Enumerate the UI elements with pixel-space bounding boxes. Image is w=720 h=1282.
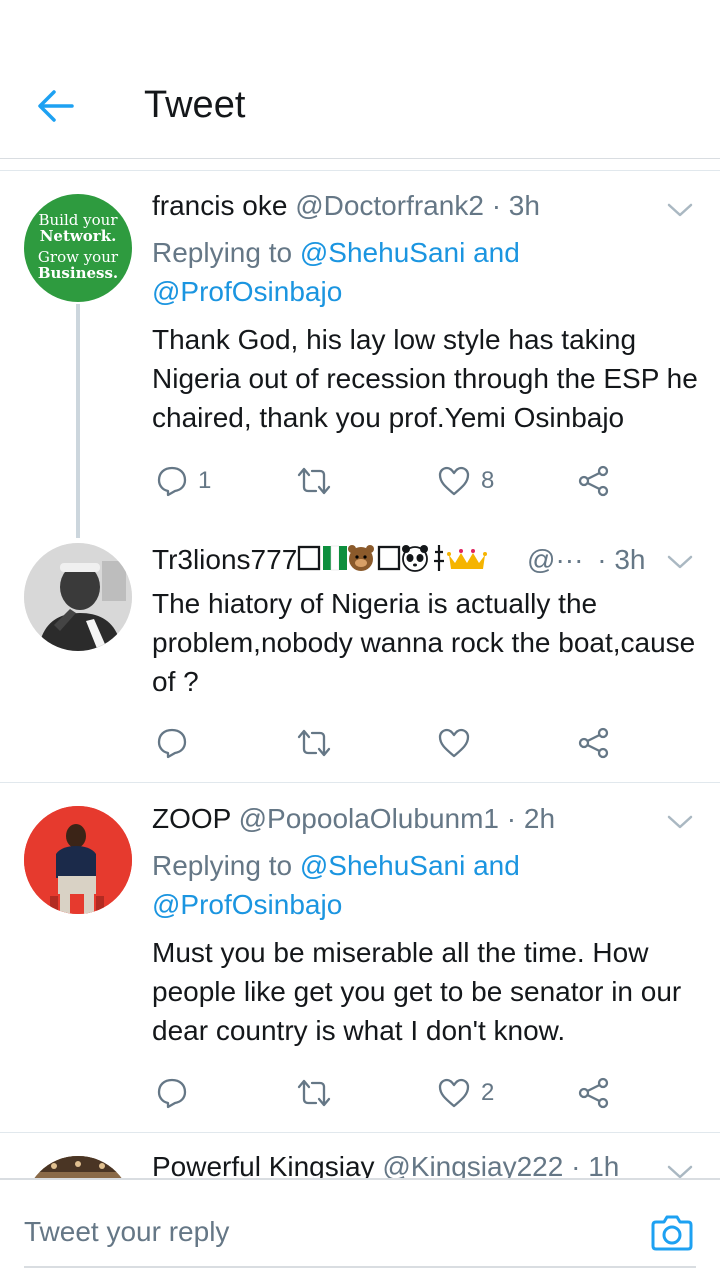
emoji-row [297, 543, 519, 580]
avatar-text-line4: Business. [38, 264, 118, 282]
share-icon [578, 465, 609, 497]
like-button[interactable]: 8 [437, 461, 494, 501]
share-button[interactable] [578, 723, 610, 763]
reply-count: 1 [198, 467, 212, 494]
retweet-button[interactable] [296, 723, 332, 763]
replying-prefix: Replying to [152, 850, 293, 881]
camera-icon[interactable] [650, 1210, 694, 1254]
user-handle[interactable]: @PopoolaOlubunm1 [239, 803, 499, 834]
avatar[interactable] [24, 543, 132, 651]
thread-connector [76, 304, 80, 538]
avatar[interactable]: Build your Network. Grow your Business. [24, 194, 132, 302]
reply-button[interactable] [156, 723, 188, 763]
separator-dot: · [491, 190, 502, 221]
reply-button[interactable] [156, 1073, 188, 1113]
retweet-button[interactable] [296, 461, 332, 501]
reply-icon [157, 466, 187, 497]
reply-icon [157, 1078, 187, 1109]
like-icon [438, 466, 470, 496]
chevron-down-icon[interactable] [666, 200, 694, 220]
replying-prefix: Replying to [152, 237, 293, 268]
like-icon [438, 728, 470, 758]
reply-button[interactable]: 1 [156, 461, 211, 501]
like-count: 2 [481, 1079, 495, 1106]
mention-link[interactable]: @ProfOsinbajo [152, 276, 342, 307]
user-name[interactable]: ZOOP [152, 803, 231, 834]
header-divider [0, 158, 720, 159]
share-button[interactable] [578, 1073, 610, 1113]
tweet-actions: 2 [152, 1073, 672, 1113]
back-arrow-icon[interactable] [36, 86, 76, 126]
user-name[interactable]: Tr3lions777 [152, 544, 297, 575]
user-name[interactable]: francis oke [152, 190, 287, 221]
retweet-icon [297, 467, 331, 495]
retweet-icon [297, 1079, 331, 1107]
mention-and[interactable]: and [473, 237, 520, 268]
timestamp[interactable]: 3h [509, 190, 540, 221]
avatar-text-line2: Network. [40, 227, 117, 245]
chevron-down-icon[interactable] [666, 552, 694, 572]
tweet-header: ZOOP @PopoolaOlubunm1 · 2h [152, 803, 555, 835]
tweet-header: Tr3lions777 @··· · 3h [152, 543, 646, 580]
share-icon [578, 1077, 609, 1109]
replying-to: Replying to @ShehuSani and @ProfOsinbajo [152, 846, 712, 924]
tweet-text: Thank God, his lay low style has taking … [152, 324, 698, 433]
timestamp[interactable]: 3h [614, 544, 645, 575]
like-button[interactable] [437, 723, 471, 763]
user-handle[interactable]: @··· [527, 544, 583, 575]
tweet-actions: 1 8 [152, 461, 672, 501]
timestamp[interactable]: 2h [524, 803, 555, 834]
mention-link[interactable]: @ShehuSani [300, 850, 465, 881]
user-handle[interactable]: @Doctorfrank2 [295, 190, 484, 221]
reply-icon [157, 728, 187, 759]
tweet-divider [0, 782, 720, 783]
app-header: Tweet [0, 0, 720, 160]
like-button[interactable]: 2 [437, 1073, 494, 1113]
page-title: Tweet [144, 84, 246, 126]
mention-link[interactable]: @ShehuSani [300, 237, 465, 268]
tweet-text: Must you be miserable all the time. How … [152, 937, 682, 1046]
reply-input-underline [24, 1266, 696, 1268]
tweet-text: The hiatory of Nigeria is actually the p… [152, 588, 696, 697]
reply-input[interactable] [24, 1210, 624, 1254]
tweet-actions [152, 723, 672, 763]
retweet-icon [297, 729, 331, 757]
mention-and[interactable]: and [473, 850, 520, 881]
like-icon [438, 1078, 470, 1108]
separator-dot: · [506, 803, 517, 834]
retweet-button[interactable] [296, 1073, 332, 1113]
separator-dot: · [597, 543, 607, 575]
tweet-divider [0, 1132, 720, 1133]
chevron-down-icon[interactable] [666, 812, 694, 832]
avatar[interactable] [24, 806, 132, 914]
header-divider-secondary [0, 170, 720, 171]
tweet-header: francis oke @Doctorfrank2 · 3h [152, 190, 540, 222]
mention-link[interactable]: @ProfOsinbajo [152, 889, 342, 920]
like-count: 8 [481, 467, 495, 494]
replying-to: Replying to @ShehuSani and @ProfOsinbajo [152, 233, 712, 311]
share-button[interactable] [578, 461, 610, 501]
share-icon [578, 727, 609, 759]
